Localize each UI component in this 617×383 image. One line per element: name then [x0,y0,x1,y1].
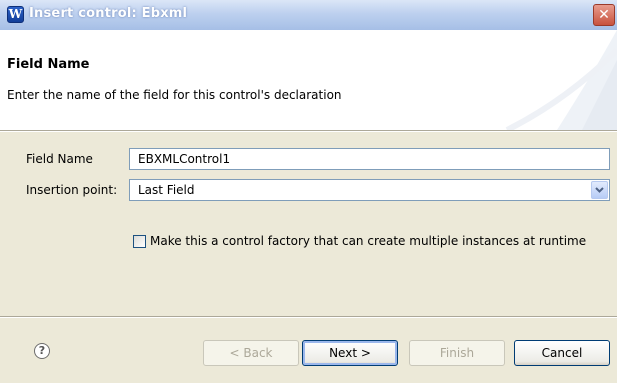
next-button[interactable]: Next > [302,340,398,366]
insertion-point-label: Insertion point: [26,183,118,197]
title-bar[interactable]: W Insert control: Ebxml ✕ [0,0,617,30]
insertion-point-value: Last Field [138,183,195,197]
back-button[interactable]: < Back [203,340,299,366]
cancel-button[interactable]: Cancel [514,340,610,366]
header-decoration [505,30,617,130]
page-description: Enter the name of the field for this con… [7,88,342,102]
header-separator [0,130,617,132]
window-title: Insert control: Ebxml [29,6,188,21]
finish-button[interactable]: Finish [409,340,505,366]
dropdown-button[interactable] [591,181,608,199]
wizard-app-icon: W [7,6,24,23]
wizard-header: Field Name Enter the name of the field f… [0,30,617,130]
chevron-down-icon [595,187,604,193]
footer-separator [0,316,617,318]
help-icon[interactable]: ? [34,343,50,359]
insertion-point-select[interactable]: Last Field [129,179,610,201]
insert-control-dialog: W Insert control: Ebxml ✕ Field Name Ent… [0,0,617,383]
field-name-label: Field Name [26,152,93,166]
control-factory-checkbox-label[interactable]: Make this a control factory that can cre… [150,234,586,248]
close-button[interactable]: ✕ [593,4,615,26]
control-factory-checkbox[interactable] [133,235,146,248]
field-name-input[interactable] [129,148,610,170]
page-title: Field Name [7,57,90,72]
close-icon: ✕ [598,7,610,23]
